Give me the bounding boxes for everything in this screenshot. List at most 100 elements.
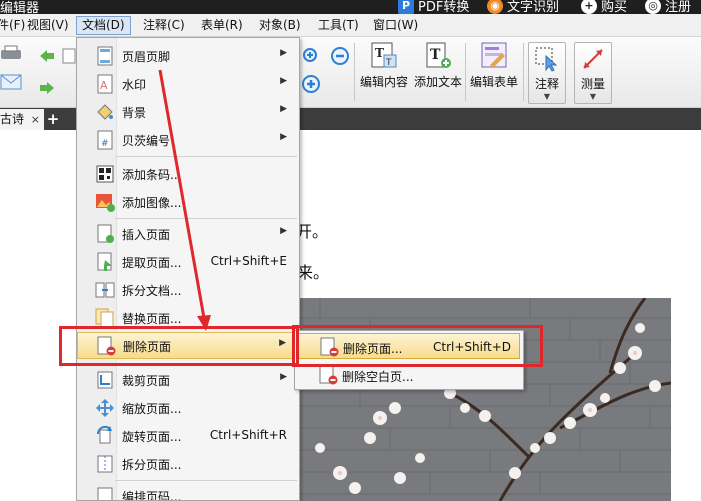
menu-separator (115, 218, 297, 219)
svg-text:A: A (100, 79, 108, 92)
menu-item-add-image[interactable]: 添加图像... (77, 188, 299, 215)
menu-item-watermark[interactable]: A 水印 ▶ (77, 70, 299, 97)
insert-page-icon (97, 224, 114, 243)
menu-item-label: 裁剪页面 (122, 374, 171, 388)
submenu-arrow-icon: ▶ (280, 372, 287, 382)
split-page-icon (97, 455, 113, 473)
buy-plus-icon: + (581, 0, 597, 14)
document-tab-title: 古诗 (0, 112, 25, 126)
new-tab-icon[interactable]: + (46, 112, 60, 127)
edit-content-button[interactable]: TT 编辑内容 (360, 41, 408, 90)
svg-text:T: T (385, 58, 392, 68)
app-title: 编辑器 (0, 1, 40, 14)
edit-form-icon (481, 42, 507, 68)
menu-item-label: 编排页码... (122, 490, 182, 501)
toolbar-separator (523, 43, 524, 101)
menu-view[interactable]: 视图(V) (22, 16, 74, 35)
register-button[interactable]: ◎ 注册 (645, 0, 691, 14)
mail-icon[interactable] (0, 73, 22, 91)
add-text-label: 添加文本 (414, 75, 463, 89)
svg-text:#: # (101, 139, 109, 149)
document-tab[interactable]: 古诗 × (0, 109, 44, 130)
menu-item-add-barcode[interactable]: 添加条码... (77, 160, 299, 187)
split-document-icon (95, 282, 115, 298)
close-tab-icon[interactable]: × (31, 109, 40, 130)
zoom-out-icon[interactable] (331, 47, 349, 65)
menu-item-page-numbering[interactable]: 编排页码... (77, 482, 299, 501)
background-paint-icon (97, 104, 113, 120)
menu-item-label: 插入页面 (122, 228, 171, 242)
svg-text:T: T (375, 46, 384, 60)
poem-line-1: 开。 (296, 222, 329, 241)
menu-item-background[interactable]: 背景 ▶ (77, 98, 299, 125)
ocr-eye-icon: ◉ (487, 0, 503, 14)
forward-arrow-icon[interactable] (38, 79, 56, 97)
menu-separator (115, 156, 297, 157)
menu-item-shortcut: Ctrl+Shift+R (209, 428, 287, 442)
menu-item-label: 提取页面... (122, 256, 182, 270)
pdf-convert-button[interactable]: P PDF转换 (398, 0, 469, 14)
annotate-label: 注释 (534, 77, 559, 91)
edit-content-icon: TT (371, 42, 397, 68)
edit-content-label: 编辑内容 (360, 75, 409, 89)
submenu-arrow-icon: ▶ (280, 48, 287, 58)
menu-item-split-page[interactable]: 拆分页面... (77, 450, 299, 477)
buy-label: 购买 (601, 0, 628, 14)
toolbar-separator (465, 43, 466, 101)
edit-form-label: 编辑表单 (470, 75, 519, 89)
measure-button[interactable]: 测量 ▼ (574, 42, 612, 104)
menu-item-label: 旋转页面... (122, 430, 182, 444)
menu-document[interactable]: 文档(D) (76, 16, 131, 35)
zoom-in-search-icon[interactable] (302, 47, 320, 65)
pdf-convert-label: PDF转换 (418, 0, 470, 14)
register-icon: ◎ (645, 0, 661, 14)
print-icon[interactable] (0, 45, 22, 61)
bates-number-icon: # (97, 130, 113, 150)
menu-tools[interactable]: 工具(T) (313, 16, 364, 35)
replace-page-icon (95, 308, 114, 328)
delete-blank-page-icon (319, 365, 338, 385)
menu-item-rotate-page[interactable]: 旋转页面... Ctrl+Shift+R (77, 422, 299, 449)
header-footer-icon (97, 46, 113, 66)
menu-item-label: 缩放页面... (122, 402, 182, 416)
menu-item-crop-page[interactable]: 裁剪页面 ▶ (77, 366, 299, 393)
menu-window[interactable]: 窗口(W) (368, 16, 423, 35)
menu-separator (115, 480, 297, 481)
add-text-button[interactable]: T 添加文本 (414, 41, 462, 90)
menu-item-label: 拆分页面... (122, 458, 182, 472)
ocr-button[interactable]: ◉ 文字识别 (487, 0, 559, 14)
menu-item-header-footer[interactable]: 页眉页脚 ▶ (77, 42, 299, 69)
menu-item-label: 添加条码... (122, 168, 182, 182)
annotate-button[interactable]: 注释 ▼ (528, 42, 566, 104)
edit-form-button[interactable]: 编辑表单 (470, 41, 518, 90)
menu-item-extract-page[interactable]: 提取页面... Ctrl+Shift+E (77, 248, 299, 275)
menu-item-split-document[interactable]: 拆分文档... (77, 276, 299, 303)
measure-dropdown-icon[interactable]: ▼ (590, 92, 596, 101)
rotate-page-icon (96, 426, 112, 444)
svg-text:T: T (430, 47, 441, 63)
submenu-item-label: 删除空白页... (342, 370, 414, 384)
menu-object[interactable]: 对象(B) (254, 16, 306, 35)
menu-item-label: 添加图像... (122, 196, 182, 210)
menu-item-insert-page[interactable]: 插入页面 ▶ (77, 220, 299, 247)
barcode-icon (96, 165, 114, 183)
menu-item-label: 贝茨编号 (122, 134, 171, 148)
menu-comment[interactable]: 注释(C) (138, 16, 190, 35)
menu-form[interactable]: 表单(R) (196, 16, 248, 35)
menu-item-label: 背景 (122, 106, 147, 120)
scale-page-icon (96, 399, 114, 417)
title-bar: 编辑器 P PDF转换 ◉ 文字识别 + 购买 ◎ 注册 (0, 0, 701, 14)
buy-button[interactable]: + 购买 (581, 0, 627, 14)
menu-item-label: 水印 (122, 78, 147, 92)
menu-item-bates-numbering[interactable]: # 贝茨编号 ▶ (77, 126, 299, 153)
menu-item-scale-page[interactable]: 缩放页面... (77, 394, 299, 421)
watermark-icon: A (97, 74, 113, 94)
submenu-arrow-icon: ▶ (280, 76, 287, 86)
crop-page-icon (97, 371, 113, 389)
zoom-plus-icon[interactable] (302, 75, 320, 93)
measure-ruler-icon (583, 49, 603, 69)
annotate-dropdown-icon[interactable]: ▼ (544, 92, 550, 101)
back-arrow-icon[interactable] (38, 47, 56, 65)
measure-label: 测量 (580, 77, 605, 91)
menu-item-label: 替换页面... (122, 312, 182, 326)
